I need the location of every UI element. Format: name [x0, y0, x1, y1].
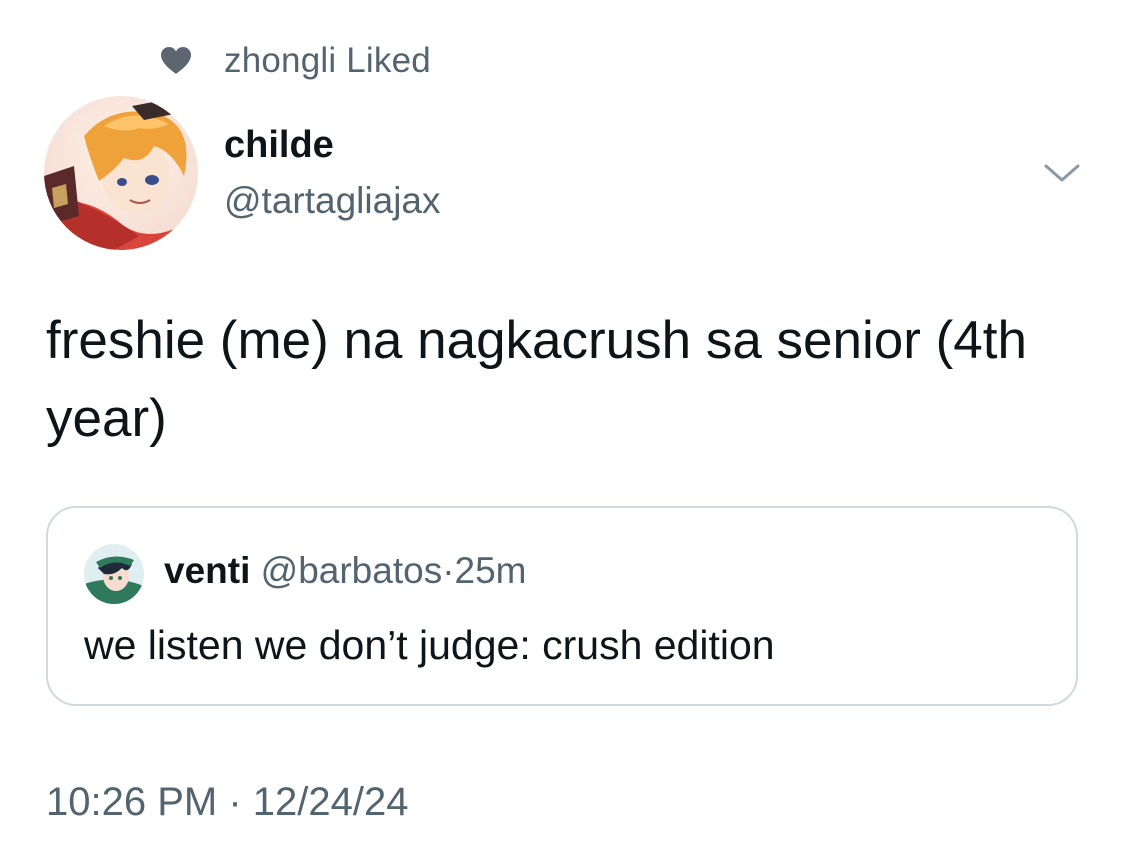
- tweet-timestamp[interactable]: 10:26 PM · 12/24/24: [46, 780, 408, 825]
- social-context-text[interactable]: zhongli Liked: [224, 41, 431, 81]
- author-display-name[interactable]: childe: [224, 124, 334, 167]
- heart-icon: [160, 46, 192, 76]
- quoted-tweet-card[interactable]: venti @barbatos·25m we listen we don’t j…: [46, 506, 1078, 706]
- quoted-tweet-separator: ·: [442, 550, 455, 591]
- social-context: zhongli Liked: [160, 38, 431, 84]
- chevron-down-icon[interactable]: [1042, 158, 1082, 188]
- quoted-tweet-avatar[interactable]: [84, 544, 144, 604]
- quoted-tweet-display-name[interactable]: venti: [164, 550, 250, 591]
- avatar[interactable]: [44, 96, 198, 250]
- quoted-tweet-time[interactable]: 25m: [455, 550, 527, 591]
- quoted-tweet-handle[interactable]: @barbatos: [261, 550, 443, 591]
- author-handle[interactable]: @tartagliajax: [224, 180, 441, 222]
- quoted-tweet-header: venti @barbatos·25m: [164, 550, 527, 592]
- quoted-tweet-text: we listen we don’t judge: crush edition: [84, 622, 775, 668]
- tweet-text: freshie (me) na nagkacrush sa senior (4t…: [46, 311, 1027, 448]
